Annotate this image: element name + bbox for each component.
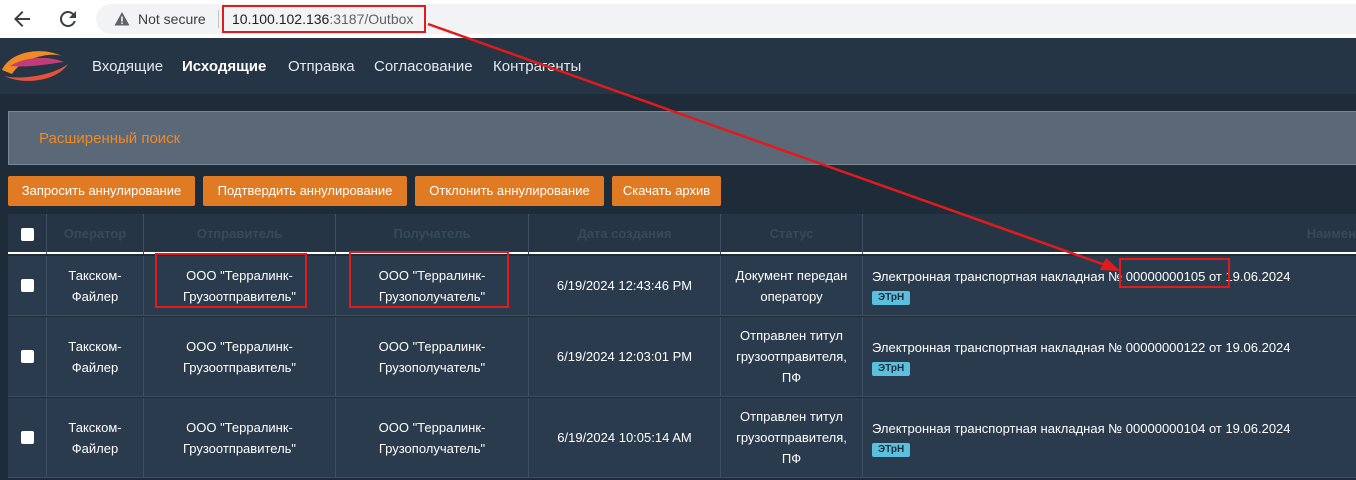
cell-sender: ООО "Терралинк-Грузоотправитель" [144,317,336,396]
operator-text: Такском-Файлер [68,267,122,304]
top-navigation: Входящие Исходящие Отправка Согласование… [0,38,1356,94]
nav-item-inbox[interactable]: Входящие [92,58,163,75]
select-all-cell [8,214,47,254]
table-row[interactable]: Такском-Файлер ООО "Терралинк-Грузоотпра… [8,317,1356,397]
table-header: Оператор Отправитель Получатель Дата соз… [8,214,1356,254]
status-text: Документ передан оператору [735,267,848,304]
nav-item-sending[interactable]: Отправка [288,58,355,75]
receiver-text: ООО "Терралинк-Грузополучатель" [378,338,486,375]
cell-operator: Такском-Файлер [47,317,144,396]
cell-status: Отправлен титул грузоотправителя, ПФ [721,398,863,477]
sender-text: ООО "Терралинк-Грузоотправитель" [182,419,297,456]
receiver-text: ООО "Терралинк-Грузополучатель" [378,419,486,456]
cell-operator: Такском-Файлер [47,256,144,315]
cell-name[interactable]: Электронная транспортная накладная № 000… [863,398,1356,477]
created-text: 6/19/2024 10:05:14 AM [557,430,692,445]
back-arrow-icon[interactable] [10,7,34,31]
brand-logo-icon[interactable] [0,46,70,86]
nav-item-outbox[interactable]: Исходящие [182,58,266,75]
cell-created: 6/19/2024 12:43:46 PM [529,256,721,315]
col-header-status[interactable]: Статус [721,214,863,254]
col-header-sender[interactable]: Отправитель [144,214,336,254]
cell-receiver: ООО "Терралинк-Грузополучатель" [336,398,529,477]
col-header-receiver[interactable]: Получатель [336,214,529,254]
select-all-checkbox[interactable] [20,227,34,241]
status-text: Отправлен титул грузоотправителя, ПФ [736,328,847,385]
nav-item-counterparties[interactable]: Контрагенты [493,58,581,75]
annotation-box-doc-number [1119,258,1230,288]
col-header-created[interactable]: Дата создания [529,214,721,254]
cell-name[interactable]: Электронная транспортная накладная № 000… [863,317,1356,396]
row-checkbox[interactable] [20,350,34,363]
download-archive-button[interactable]: Скачать архив [612,176,721,206]
cell-operator: Такском-Файлер [47,398,144,477]
table-row[interactable]: Такском-Файлер ООО "Терралинк-Грузоотпра… [8,398,1356,478]
warning-triangle-icon[interactable] [114,11,130,27]
reload-icon[interactable] [56,7,80,31]
reject-annul-button[interactable]: Отклонить аннулирование [415,176,604,206]
operator-text: Такском-Файлер [68,338,122,375]
request-annul-button[interactable]: Запросить аннулирование [8,176,195,206]
operator-text: Такском-Файлер [68,419,122,456]
document-name-link[interactable]: Электронная транспортная накладная № 000… [872,418,1291,439]
row-select-cell [8,398,47,477]
doc-type-badge: ЭТрН [872,443,911,457]
cell-created: 6/19/2024 10:05:14 AM [529,398,721,477]
annotation-box-receiver [349,251,509,308]
cell-receiver: ООО "Терралинк-Грузополучатель" [336,317,529,396]
row-select-cell [8,317,47,396]
created-text: 6/19/2024 12:43:46 PM [556,278,693,293]
advanced-search-panel[interactable]: Расширенный поиск [8,111,1356,165]
address-separator [218,10,219,28]
cell-name[interactable]: Электронная транспортная накладная № 000… [863,256,1356,315]
cell-created: 6/19/2024 12:03:01 PM [529,317,721,396]
confirm-annul-button[interactable]: Подтвердить аннулирование [203,176,407,206]
cell-status: Документ передан оператору [721,256,863,315]
document-name-link[interactable]: Электронная транспортная накладная № 000… [872,337,1291,358]
col-header-name[interactable]: Наимен [863,214,1356,254]
annotation-box-sender [155,253,307,308]
row-checkbox[interactable] [20,431,34,444]
annotation-box-url [222,5,426,33]
cell-status: Отправлен титул грузоотправителя, ПФ [721,317,863,396]
doc-type-badge: ЭТрН [872,291,911,305]
col-header-operator[interactable]: Оператор [47,214,144,254]
security-label: Not secure [138,11,206,27]
status-text: Отправлен титул грузоотправителя, ПФ [736,409,847,466]
browser-toolbar: Not secure 10.100.102.136:3187/Outbox [0,0,1356,38]
row-select-cell [8,256,47,315]
nav-item-approval[interactable]: Согласование [374,58,473,75]
cell-sender: ООО "Терралинк-Грузоотправитель" [144,398,336,477]
created-text: 6/19/2024 12:03:01 PM [556,349,693,364]
row-checkbox[interactable] [20,279,34,292]
advanced-search-toggle[interactable]: Расширенный поиск [39,130,180,147]
doc-type-badge: ЭТрН [872,362,911,376]
sender-text: ООО "Терралинк-Грузоотправитель" [182,338,297,375]
